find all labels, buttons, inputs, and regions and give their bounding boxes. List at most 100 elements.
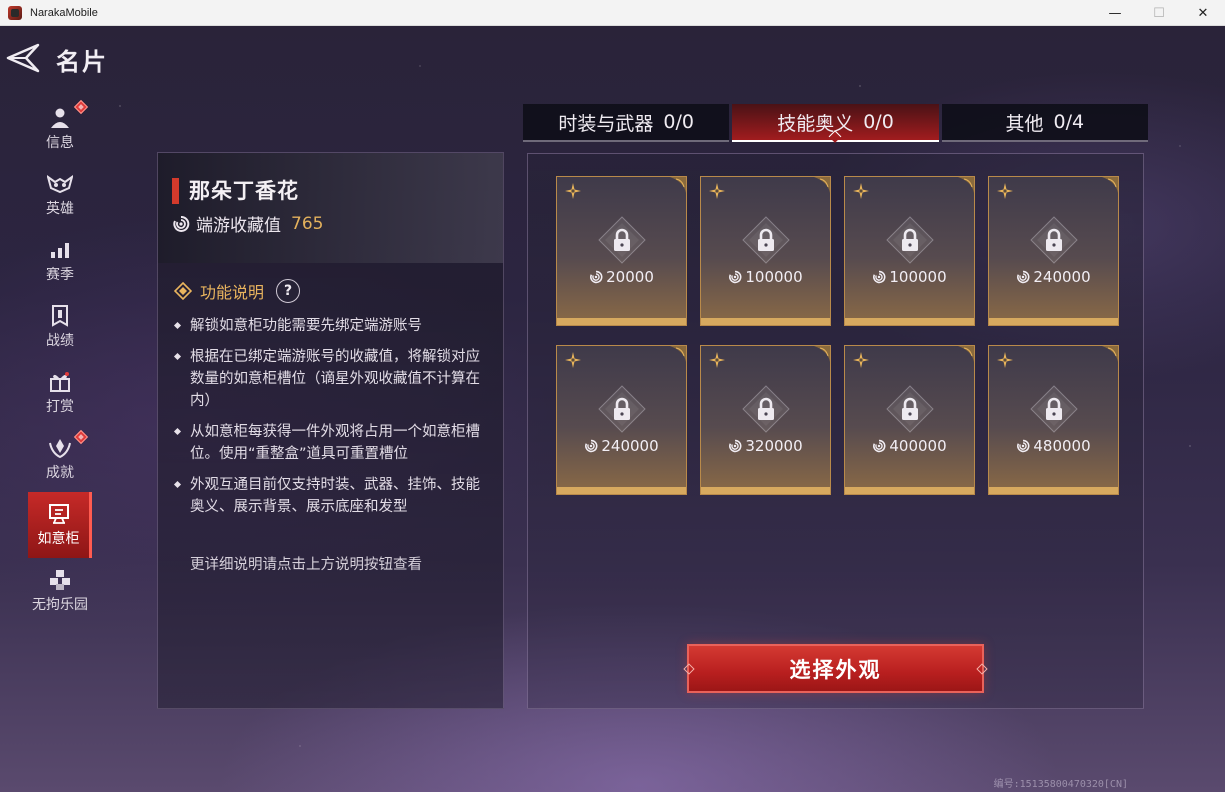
back-button[interactable] bbox=[4, 42, 42, 74]
collection-swirl-icon bbox=[1016, 439, 1030, 453]
requirement-value: 240000 bbox=[601, 437, 659, 455]
cabinet-slot[interactable]: 400000 bbox=[844, 345, 975, 495]
cabinet-slot[interactable]: 240000 bbox=[988, 176, 1119, 326]
tab-costume-weapon[interactable]: 时装与武器 0/0 bbox=[523, 104, 730, 142]
more-info-note: 更详细说明请点击上方说明按钮查看 bbox=[190, 557, 422, 573]
sidebar-item-reward[interactable]: 打赏 bbox=[28, 360, 92, 426]
tab-other[interactable]: 其他 0/4 bbox=[941, 104, 1148, 142]
corner-ornament-icon bbox=[670, 346, 686, 362]
requirement-value: 20000 bbox=[606, 268, 654, 286]
slot-requirement: 100000 bbox=[701, 268, 830, 286]
collection-swirl-icon bbox=[584, 439, 598, 453]
sidebar-item-label: 打赏 bbox=[46, 398, 74, 415]
lock-icon bbox=[885, 384, 935, 434]
info-panel: 那朵丁香花 端游收藏值 765 功能说明 ? 解锁如意柜功能需要先绑定端游账号 … bbox=[157, 152, 504, 709]
bar-chart-icon bbox=[47, 239, 73, 261]
star-emblem-icon bbox=[997, 352, 1013, 368]
profile-header: 那朵丁香花 端游收藏值 765 bbox=[158, 153, 503, 263]
sidebar-item-label: 成就 bbox=[46, 464, 74, 481]
star-emblem-icon bbox=[853, 183, 869, 199]
sidebar-item-cabinet[interactable]: 如意柜 bbox=[28, 492, 92, 558]
star-emblem-icon bbox=[565, 352, 581, 368]
sidebar-item-achievement[interactable]: 成就 bbox=[28, 426, 92, 492]
name-accent-bar bbox=[172, 178, 179, 204]
cabinet-slot[interactable]: 100000 bbox=[700, 176, 831, 326]
star-emblem-icon bbox=[709, 352, 725, 368]
sidebar-item-label: 无拘乐园 bbox=[32, 596, 88, 613]
collection-swirl-icon bbox=[728, 439, 742, 453]
requirement-value: 480000 bbox=[1033, 437, 1091, 455]
maximize-button[interactable]: ☐ bbox=[1137, 0, 1181, 26]
cubes-icon bbox=[47, 569, 73, 591]
footer-id: 编号:15135800470320[CN] bbox=[993, 779, 1128, 790]
requirement-value: 100000 bbox=[745, 268, 803, 286]
collection-row: 端游收藏值 765 bbox=[172, 211, 323, 236]
tab-count: 0/0 bbox=[863, 111, 894, 133]
sidebar-item-hero[interactable]: 英雄 bbox=[28, 162, 92, 228]
sidebar-item-season[interactable]: 赛季 bbox=[28, 228, 92, 294]
window-title: NarakaMobile bbox=[30, 6, 98, 19]
sidebar-item-record[interactable]: 战绩 bbox=[28, 294, 92, 360]
tab-label: 时装与武器 bbox=[558, 112, 654, 135]
slot-requirement: 20000 bbox=[557, 268, 686, 286]
collection-swirl-icon bbox=[173, 215, 190, 232]
player-name: 那朵丁香花 bbox=[189, 179, 299, 203]
tab-label: 其他 bbox=[1005, 112, 1044, 135]
corner-ornament-icon bbox=[1102, 177, 1118, 193]
cabinet-icon bbox=[46, 503, 72, 525]
function-title: 功能说明 bbox=[200, 283, 265, 302]
lock-icon bbox=[597, 384, 647, 434]
notification-badge bbox=[73, 429, 89, 445]
sidebar-item-label: 信息 bbox=[46, 134, 74, 151]
sidebar-item-paradise[interactable]: 无拘乐园 bbox=[28, 558, 92, 624]
banner-icon bbox=[47, 304, 73, 327]
back-arrow-icon bbox=[6, 43, 40, 73]
corner-ornament-icon bbox=[958, 346, 974, 362]
sidebar-item-info[interactable]: 信息 bbox=[28, 96, 92, 162]
cabinet-panel: 20000 100000 100000 240000 240000 320000 40000… bbox=[527, 153, 1144, 709]
star-emblem-icon bbox=[853, 352, 869, 368]
sidebar-item-label: 英雄 bbox=[46, 200, 74, 217]
cabinet-slot[interactable]: 100000 bbox=[844, 176, 975, 326]
slot-requirement: 480000 bbox=[989, 437, 1118, 455]
cabinet-slot[interactable]: 240000 bbox=[556, 345, 687, 495]
collection-swirl-icon bbox=[872, 270, 886, 284]
sidebar-item-label: 如意柜 bbox=[37, 530, 80, 547]
slot-requirement: 400000 bbox=[845, 437, 974, 455]
help-button[interactable]: ? bbox=[276, 279, 301, 303]
select-appearance-button[interactable]: 选择外观 bbox=[687, 644, 984, 693]
game-canvas: 名片 信息 英雄 赛季 战绩 打赏 成就 如意柜 无拘乐园 那朵丁香花 端游收藏… bbox=[0, 26, 1225, 792]
list-item: 解锁如意柜功能需要先绑定端游账号 bbox=[174, 315, 494, 337]
achievement-icon bbox=[47, 437, 73, 459]
requirement-value: 320000 bbox=[745, 437, 803, 455]
requirement-value: 240000 bbox=[1033, 268, 1091, 286]
tab-skill-ultimate[interactable]: 技能奥义 0/0 bbox=[732, 104, 939, 142]
lock-icon bbox=[741, 215, 791, 265]
lock-icon bbox=[885, 215, 935, 265]
cabinet-slot[interactable]: 480000 bbox=[988, 345, 1119, 495]
collection-value: 765 bbox=[291, 213, 324, 234]
cabinet-slot[interactable]: 320000 bbox=[700, 345, 831, 495]
tab-label: 技能奥义 bbox=[777, 112, 854, 135]
app-icon bbox=[8, 5, 22, 20]
collection-swirl-icon bbox=[728, 270, 742, 284]
requirement-value: 100000 bbox=[889, 268, 947, 286]
star-emblem-icon bbox=[565, 183, 581, 199]
collection-swirl-icon bbox=[1016, 270, 1030, 284]
requirement-value: 400000 bbox=[889, 437, 947, 455]
tab-count: 0/0 bbox=[663, 111, 694, 133]
person-icon bbox=[47, 107, 73, 129]
close-button[interactable]: ✕ bbox=[1181, 0, 1225, 26]
list-item: 外观互通目前仅支持时装、武器、挂饰、技能奥义、展示背景、展示底座和发型 bbox=[174, 474, 494, 518]
lock-icon bbox=[741, 384, 791, 434]
corner-ornament-icon bbox=[814, 346, 830, 362]
minimize-button[interactable]: — bbox=[1093, 0, 1137, 26]
cabinet-slot[interactable]: 20000 bbox=[556, 176, 687, 326]
slot-grid: 20000 100000 100000 240000 240000 320000 40000… bbox=[556, 176, 1119, 495]
slot-requirement: 240000 bbox=[989, 268, 1118, 286]
collection-swirl-icon bbox=[589, 270, 603, 284]
collection-label: 端游收藏值 bbox=[196, 216, 281, 236]
lock-icon bbox=[597, 215, 647, 265]
list-item: 根据在已绑定端游账号的收藏值，将解锁对应数量的如意柜槽位（谪星外观收藏值不计算在… bbox=[174, 346, 494, 412]
collection-swirl-icon bbox=[872, 439, 886, 453]
